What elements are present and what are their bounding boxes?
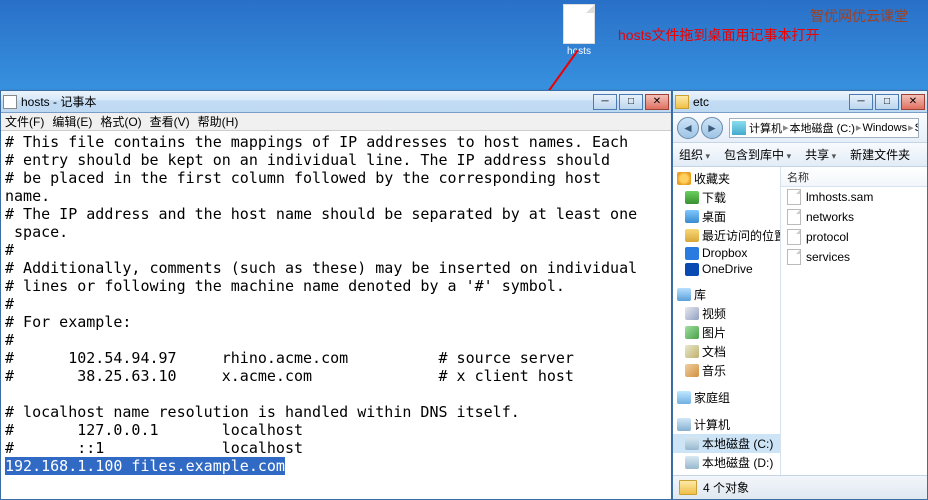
crumb-computer[interactable]: 计算机	[749, 120, 782, 136]
file-icon	[787, 249, 801, 265]
tree-computer[interactable]: 计算机	[673, 415, 780, 434]
editor-text: # This file contains the mappings of IP …	[5, 133, 637, 457]
editor-area[interactable]: # This file contains the mappings of IP …	[1, 131, 671, 499]
tree-drive-e[interactable]: 本地磁盘 (E:)	[673, 472, 780, 475]
explorer-window: etc ─ □ ✕ ◄ ► 计算机▸ 本地磁盘 (C:)▸ Windows▸ S…	[672, 90, 928, 500]
tree-desktop[interactable]: 桌面	[673, 207, 780, 226]
toolbar: 组织 包含到库中 共享 新建文件夹	[673, 143, 927, 167]
library-icon	[677, 288, 691, 301]
picture-icon	[685, 326, 699, 339]
nav-tree: 收藏夹 下载 桌面 最近访问的位置 Dropbox OneDrive 库 视频 …	[673, 167, 781, 475]
menu-file[interactable]: 文件(F)	[5, 113, 44, 130]
tree-libraries[interactable]: 库	[673, 285, 780, 304]
menubar: 文件(F) 编辑(E) 格式(O) 查看(V) 帮助(H)	[1, 113, 671, 131]
maximize-button[interactable]: □	[875, 94, 899, 110]
new-folder-button[interactable]: 新建文件夹	[850, 146, 910, 163]
tree-downloads[interactable]: 下载	[673, 188, 780, 207]
drive-icon	[685, 437, 699, 450]
back-button[interactable]: ◄	[677, 117, 699, 139]
menu-edit[interactable]: 编辑(E)	[52, 113, 92, 130]
dropbox-icon	[685, 247, 699, 260]
tree-drive-d[interactable]: 本地磁盘 (D:)	[673, 453, 780, 472]
organize-button[interactable]: 组织	[679, 146, 710, 163]
drive-icon	[685, 456, 699, 469]
annotation-top: hosts文件拖到桌面用记事本打开	[618, 25, 819, 45]
notepad-window: hosts - 记事本 ─ □ ✕ 文件(F) 编辑(E) 格式(O) 查看(V…	[0, 90, 672, 500]
file-icon	[787, 189, 801, 205]
music-icon	[685, 364, 699, 377]
computer-icon	[732, 121, 746, 135]
onedrive-icon	[685, 263, 699, 276]
column-header-name[interactable]: 名称	[781, 167, 927, 187]
close-button[interactable]: ✕	[901, 94, 925, 110]
menu-help[interactable]: 帮助(H)	[198, 113, 239, 130]
share-button[interactable]: 共享	[805, 146, 836, 163]
tree-pictures[interactable]: 图片	[673, 323, 780, 342]
tree-recent[interactable]: 最近访问的位置	[673, 226, 780, 245]
folder-icon	[675, 95, 689, 109]
folder-icon	[679, 480, 697, 495]
file-list: 名称 lmhosts.sam networks protocol service…	[781, 167, 927, 475]
tree-homegroup[interactable]: 家庭组	[673, 388, 780, 407]
forward-button[interactable]: ►	[701, 117, 723, 139]
file-icon	[563, 4, 595, 44]
tree-music[interactable]: 音乐	[673, 361, 780, 380]
status-bar: 4 个对象	[673, 475, 927, 499]
tree-documents[interactable]: 文档	[673, 342, 780, 361]
star-icon	[677, 172, 691, 185]
file-icon	[787, 229, 801, 245]
desktop-file-hosts[interactable]: hosts	[558, 4, 600, 57]
include-lib-button[interactable]: 包含到库中	[724, 146, 791, 163]
file-item[interactable]: protocol	[781, 227, 927, 247]
computer-icon	[677, 418, 691, 431]
file-label: hosts	[558, 46, 600, 57]
download-icon	[685, 191, 699, 204]
homegroup-icon	[677, 391, 691, 404]
tree-favorites[interactable]: 收藏夹	[673, 169, 780, 188]
breadcrumb[interactable]: 计算机▸ 本地磁盘 (C:)▸ Windows▸ System32▸ dr	[729, 118, 919, 138]
file-item[interactable]: networks	[781, 207, 927, 227]
status-text: 4 个对象	[703, 479, 749, 496]
document-icon	[685, 345, 699, 358]
editor-selection: 192.168.1.100 files.example.com	[5, 457, 285, 475]
annotation-watermark: 智优网优云课堂	[810, 6, 908, 26]
tree-dropbox[interactable]: Dropbox	[673, 245, 780, 261]
file-item[interactable]: services	[781, 247, 927, 267]
window-title: hosts - 记事本	[21, 93, 593, 110]
menu-view[interactable]: 查看(V)	[150, 113, 190, 130]
minimize-button[interactable]: ─	[593, 94, 617, 110]
titlebar[interactable]: etc ─ □ ✕	[673, 91, 927, 113]
nav-bar: ◄ ► 计算机▸ 本地磁盘 (C:)▸ Windows▸ System32▸ d…	[673, 113, 927, 143]
crumb-drive-c[interactable]: 本地磁盘 (C:)	[790, 120, 855, 136]
menu-format[interactable]: 格式(O)	[100, 113, 141, 130]
crumb-windows[interactable]: Windows	[862, 122, 907, 134]
file-icon	[787, 209, 801, 225]
titlebar[interactable]: hosts - 记事本 ─ □ ✕	[1, 91, 671, 113]
minimize-button[interactable]: ─	[849, 94, 873, 110]
tree-onedrive[interactable]: OneDrive	[673, 261, 780, 277]
close-button[interactable]: ✕	[645, 94, 669, 110]
window-title: etc	[693, 95, 849, 109]
tree-videos[interactable]: 视频	[673, 304, 780, 323]
recent-icon	[685, 229, 699, 242]
tree-drive-c[interactable]: 本地磁盘 (C:)	[673, 434, 780, 453]
video-icon	[685, 307, 699, 320]
file-item[interactable]: lmhosts.sam	[781, 187, 927, 207]
desktop-icon	[685, 210, 699, 223]
crumb-system32[interactable]: System32	[915, 122, 919, 134]
maximize-button[interactable]: □	[619, 94, 643, 110]
notepad-icon	[3, 95, 17, 109]
